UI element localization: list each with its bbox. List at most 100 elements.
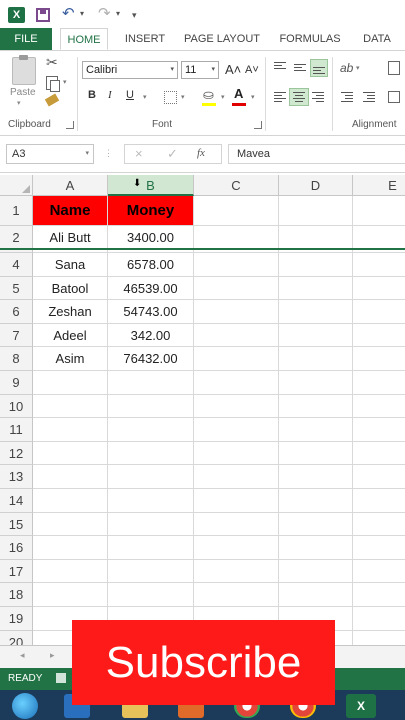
cell-a1[interactable]: Name	[33, 196, 108, 226]
cell-a6[interactable]: Zeshan	[33, 300, 108, 324]
row-header-9[interactable]: 9	[0, 371, 33, 395]
row-header-13[interactable]: 13	[0, 465, 33, 489]
cell-b9[interactable]	[108, 371, 194, 395]
row-header-16[interactable]: 16	[0, 536, 33, 560]
cell-b15[interactable]	[108, 512, 194, 537]
cell-c12[interactable]	[194, 441, 279, 466]
cell-d11[interactable]	[279, 418, 353, 442]
enter-icon[interactable]: ✓	[167, 146, 178, 162]
qat-customize-icon[interactable]: ▾	[132, 10, 137, 21]
cell-d18[interactable]	[279, 583, 353, 607]
row-header-10[interactable]: 10	[0, 394, 33, 419]
copy-dropdown-icon[interactable]: ▾	[63, 78, 67, 86]
cell-d16[interactable]	[279, 536, 353, 560]
underline-dropdown-icon[interactable]: ▾	[143, 93, 147, 101]
cell-b18[interactable]	[108, 583, 194, 607]
align-left-icon[interactable]	[273, 91, 287, 103]
cell-b7[interactable]: 342.00	[108, 323, 194, 348]
name-box-dropdown-icon[interactable]: ▾	[85, 145, 89, 163]
cell-d6[interactable]	[279, 300, 353, 324]
cell-a14[interactable]	[33, 489, 108, 513]
cell-e19[interactable]	[353, 607, 405, 631]
cell-c9[interactable]	[194, 371, 279, 395]
cell-a10[interactable]	[33, 394, 108, 419]
cell-b13[interactable]	[108, 465, 194, 489]
cell-c13[interactable]	[194, 465, 279, 489]
cell-e13[interactable]	[353, 465, 405, 489]
cell-a11[interactable]	[33, 418, 108, 442]
tab-file[interactable]: FILE	[0, 28, 52, 50]
tab-formulas[interactable]: FORMULAS	[274, 28, 346, 50]
clipboard-launcher-icon[interactable]	[66, 121, 74, 129]
redo-dropdown-icon[interactable]: ▾	[116, 9, 120, 18]
increase-indent-icon[interactable]	[362, 91, 376, 103]
font-color-dropdown-icon[interactable]: ▾	[251, 93, 255, 101]
cell-c17[interactable]	[194, 559, 279, 584]
formula-bar-grip-icon[interactable]: ⋮	[104, 148, 113, 159]
sheet-prev-icon[interactable]: ◂	[20, 650, 25, 661]
cell-c15[interactable]	[194, 512, 279, 537]
excel-taskbar-icon[interactable]: X	[346, 694, 376, 718]
cell-b4[interactable]: 6578.00	[108, 253, 194, 277]
font-size-dropdown-icon[interactable]: ▾	[211, 62, 215, 78]
row-header-15[interactable]: 15	[0, 512, 33, 537]
name-box[interactable]: A3 ▾	[6, 144, 94, 164]
wrap-text-icon[interactable]	[388, 61, 400, 75]
cell-e2[interactable]	[353, 226, 405, 249]
row-header-5[interactable]: 5	[0, 276, 33, 301]
align-center-icon[interactable]	[289, 88, 309, 106]
cell-e12[interactable]	[353, 442, 405, 466]
row-header-11[interactable]: 11	[0, 418, 33, 442]
row-header-6[interactable]: 6	[0, 300, 33, 324]
orientation-dropdown-icon[interactable]: ▾	[356, 64, 360, 72]
paste-dropdown-icon[interactable]: ▾	[17, 99, 21, 107]
cell-c7[interactable]	[194, 323, 279, 348]
cell-e8[interactable]	[353, 347, 405, 371]
cell-e11[interactable]	[353, 418, 405, 442]
column-header-b[interactable]: B	[108, 175, 194, 196]
font-size-select[interactable]: 11 ▾	[181, 61, 219, 79]
select-all-button[interactable]	[0, 175, 33, 196]
cell-a12[interactable]	[33, 441, 108, 466]
grow-font-icon[interactable]: A˄	[225, 62, 241, 77]
cell-e10[interactable]	[353, 395, 405, 419]
cell-a7[interactable]: Adeel	[33, 323, 108, 348]
cell-c2[interactable]	[194, 226, 279, 249]
tab-insert[interactable]: INSERT	[118, 28, 172, 50]
align-bottom-icon[interactable]	[310, 59, 328, 77]
cell-a15[interactable]	[33, 512, 108, 537]
cell-e9[interactable]	[353, 371, 405, 395]
cell-b8[interactable]: 76432.00	[108, 347, 194, 371]
fill-color-icon[interactable]: ⛀	[203, 87, 214, 103]
borders-icon[interactable]	[164, 91, 177, 104]
cell-d12[interactable]	[279, 441, 353, 466]
redo-icon[interactable]: ↷	[98, 4, 111, 22]
bold-button[interactable]: B	[88, 89, 96, 101]
cell-b16[interactable]	[108, 536, 194, 560]
decrease-indent-icon[interactable]	[340, 91, 354, 103]
cell-e18[interactable]	[353, 583, 405, 607]
cell-a9[interactable]	[33, 371, 108, 395]
cell-d17[interactable]	[279, 559, 353, 584]
cell-a13[interactable]	[33, 465, 108, 489]
borders-dropdown-icon[interactable]: ▾	[181, 93, 185, 101]
cell-b1[interactable]: Money	[108, 196, 194, 226]
undo-icon[interactable]: ↶	[62, 4, 75, 22]
row-header-18[interactable]: 18	[0, 583, 33, 607]
underline-button[interactable]: U	[126, 89, 134, 101]
cell-c8[interactable]	[194, 347, 279, 371]
copy-icon[interactable]	[46, 76, 60, 92]
cell-a8[interactable]: Asim	[33, 347, 108, 371]
shrink-font-icon[interactable]: A˅	[245, 64, 259, 76]
cell-c5[interactable]	[194, 276, 279, 301]
cell-c18[interactable]	[194, 583, 279, 607]
cell-d4[interactable]	[279, 253, 353, 277]
cell-a4[interactable]: Sana	[33, 253, 108, 277]
cell-e1[interactable]	[353, 196, 405, 226]
column-header-c[interactable]: C	[194, 175, 279, 196]
orientation-icon[interactable]: ab	[340, 61, 353, 75]
cell-b14[interactable]	[108, 489, 194, 513]
cell-d7[interactable]	[279, 323, 353, 348]
cut-icon[interactable]: ✂	[46, 54, 58, 71]
cell-a16[interactable]	[33, 536, 108, 560]
